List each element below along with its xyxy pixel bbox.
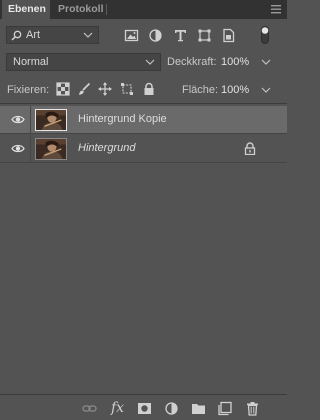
panel-tab-bar: Ebenen Protokoll — [0, 0, 287, 19]
type-filter-icon[interactable] — [173, 28, 188, 43]
layer-lock-icon[interactable] — [244, 142, 256, 155]
layer-row[interactable]: Hintergrund — [0, 135, 287, 163]
adjustment-layer-icon[interactable] — [164, 401, 179, 416]
visibility-separator — [30, 135, 31, 162]
layer-name[interactable]: Hintergrund — [78, 142, 135, 154]
tab-ebenen[interactable]: Ebenen — [2, 0, 50, 19]
search-icon — [11, 30, 22, 41]
visibility-eye-icon[interactable] — [11, 144, 25, 153]
opacity-field[interactable]: 100% — [219, 53, 274, 71]
delete-layer-icon[interactable] — [245, 401, 260, 416]
layers-panel: Ebenen Protokoll Art Normal Deckkraft: 1… — [0, 0, 287, 420]
panel-menu-icon[interactable] — [271, 5, 281, 14]
chevron-down-icon — [145, 59, 155, 65]
layer-name[interactable]: Hintergrund Kopie — [78, 113, 167, 125]
fill-field[interactable]: 100% — [219, 81, 274, 99]
filter-kind-label: Art — [26, 29, 41, 41]
new-layer-icon[interactable] — [218, 401, 233, 416]
blend-mode-select[interactable]: Normal — [6, 53, 161, 71]
opacity-value: 100% — [221, 56, 250, 68]
lock-position-icon[interactable] — [98, 82, 112, 96]
opacity-label: Deckkraft: — [167, 56, 217, 68]
chevron-down-icon[interactable] — [261, 87, 271, 93]
tab-protokoll[interactable]: Protokoll — [52, 0, 110, 19]
blend-mode-label: Normal — [13, 56, 49, 68]
lock-label: Fixieren: — [7, 84, 50, 96]
link-layers-icon[interactable] — [82, 401, 97, 416]
layer-thumbnail[interactable] — [35, 109, 67, 131]
fill-label: Fläche: — [182, 84, 219, 96]
filter-kind-select[interactable]: Art — [6, 26, 99, 44]
new-group-icon[interactable] — [191, 401, 206, 416]
layer-list: Hintergrund Kopie Hintergrund — [0, 103, 287, 394]
filter-toggle-icon[interactable] — [261, 26, 269, 44]
shape-filter-icon[interactable] — [197, 28, 212, 43]
lock-all-icon[interactable] — [142, 82, 156, 96]
lock-transparent-pixels-icon[interactable] — [56, 82, 70, 96]
layer-row[interactable]: Hintergrund Kopie — [0, 106, 287, 134]
chevron-down-icon[interactable] — [261, 59, 271, 65]
layer-mask-icon[interactable] — [137, 401, 152, 416]
adjustment-filter-icon[interactable] — [148, 28, 163, 43]
layer-style-icon[interactable]: fx — [110, 401, 125, 416]
image-filter-icon[interactable] — [124, 28, 139, 43]
visibility-separator — [30, 106, 31, 133]
tab-divider — [106, 4, 107, 15]
chevron-down-icon — [83, 32, 93, 38]
smart-object-filter-icon[interactable] — [221, 28, 236, 43]
layer-thumbnail[interactable] — [35, 138, 67, 160]
lock-image-pixels-icon[interactable] — [77, 82, 91, 96]
visibility-eye-icon[interactable] — [11, 115, 25, 124]
fill-value: 100% — [221, 84, 250, 96]
prevent-autonest-icon[interactable] — [120, 82, 134, 96]
layers-bottom-toolbar: fx — [0, 394, 287, 420]
